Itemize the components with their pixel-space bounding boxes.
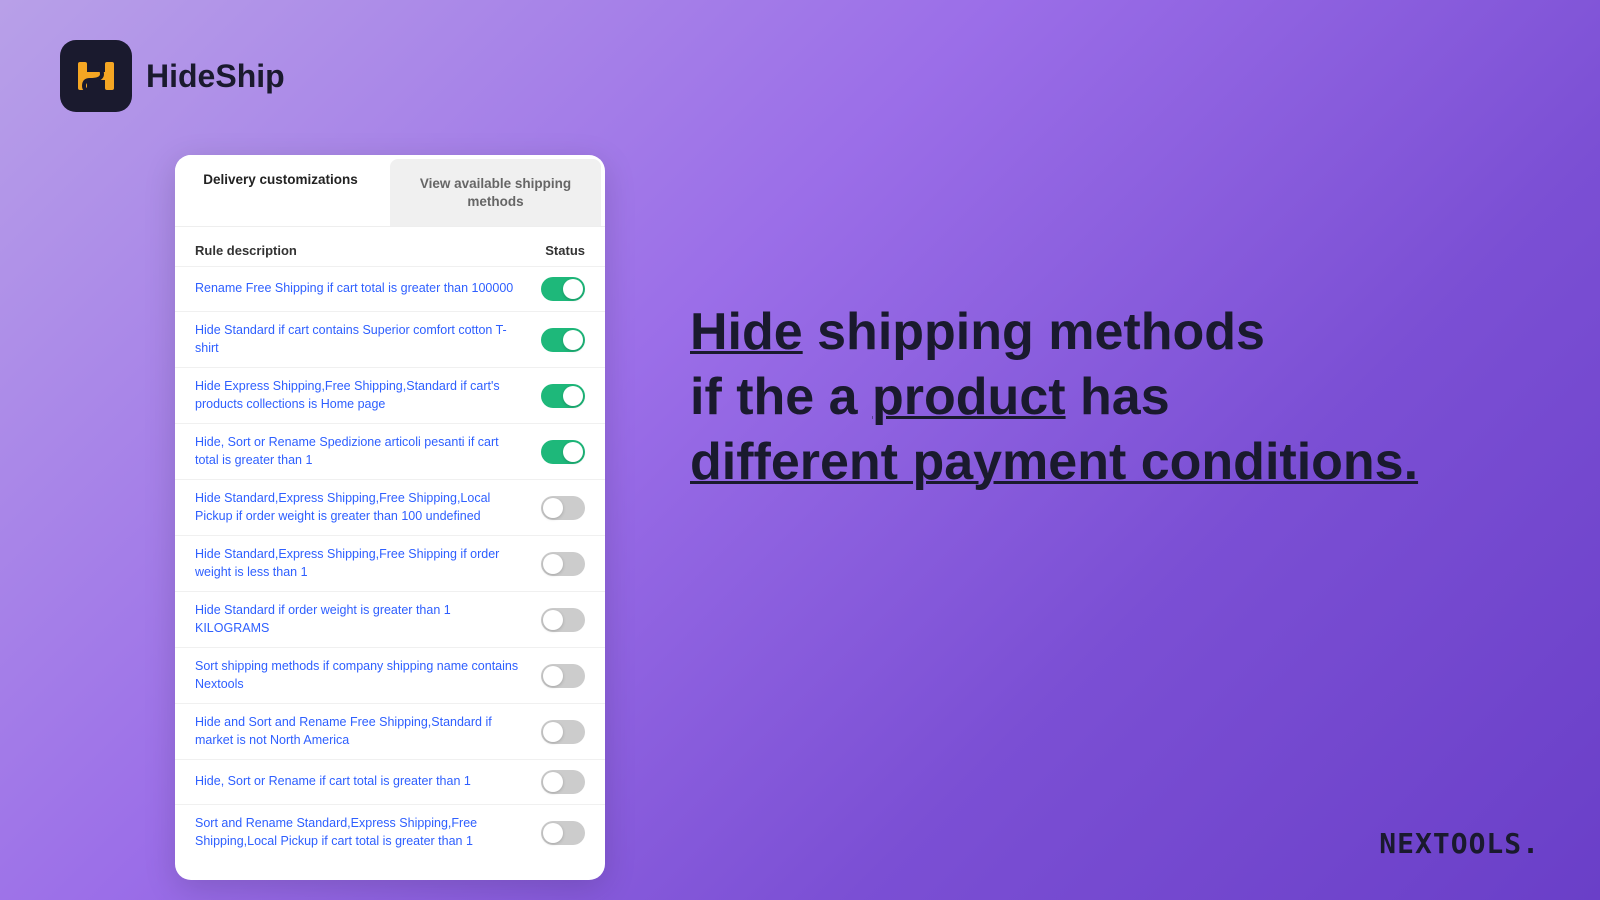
rule-text-4[interactable]: Hide, Sort or Rename Spedizione articoli…	[195, 434, 541, 469]
rule-row: Hide Standard,Express Shipping,Free Ship…	[175, 535, 605, 591]
rule-text-2[interactable]: Hide Standard if cart contains Superior …	[195, 322, 541, 357]
rule-row: Rename Free Shipping if cart total is gr…	[175, 266, 605, 311]
rules-list: Rename Free Shipping if cart total is gr…	[175, 266, 605, 860]
app-icon	[60, 40, 132, 112]
main-card: Delivery customizations View available s…	[175, 155, 605, 880]
rule-row: Hide and Sort and Rename Free Shipping,S…	[175, 703, 605, 759]
rule-toggle-2[interactable]	[541, 328, 585, 352]
rule-text-11[interactable]: Sort and Rename Standard,Express Shippin…	[195, 815, 541, 850]
rule-toggle-7[interactable]	[541, 608, 585, 632]
app-name: HideShip	[146, 58, 285, 95]
rule-toggle-11[interactable]	[541, 821, 585, 845]
rule-text-10[interactable]: Hide, Sort or Rename if cart total is gr…	[195, 773, 541, 791]
rule-text-7[interactable]: Hide Standard if order weight is greater…	[195, 602, 541, 637]
rule-toggle-1[interactable]	[541, 277, 585, 301]
rule-toggle-5[interactable]	[541, 496, 585, 520]
rule-row: Sort shipping methods if company shippin…	[175, 647, 605, 703]
rule-row: Hide Standard if order weight is greater…	[175, 591, 605, 647]
hero-text: Hide shipping methods if the a product h…	[690, 300, 1540, 495]
rule-row: Hide Standard if cart contains Superior …	[175, 311, 605, 367]
rule-text-9[interactable]: Hide and Sort and Rename Free Shipping,S…	[195, 714, 541, 749]
rule-row: Hide, Sort or Rename Spedizione articoli…	[175, 423, 605, 479]
col-rule-description: Rule description	[195, 243, 297, 258]
rule-toggle-8[interactable]	[541, 664, 585, 688]
hero-line3: different payment conditions.	[690, 433, 1418, 491]
rule-row: Hide Standard,Express Shipping,Free Ship…	[175, 479, 605, 535]
col-status: Status	[545, 243, 585, 258]
rule-toggle-3[interactable]	[541, 384, 585, 408]
rule-row: Sort and Rename Standard,Express Shippin…	[175, 804, 605, 860]
rule-toggle-6[interactable]	[541, 552, 585, 576]
card-tabs: Delivery customizations View available s…	[175, 155, 605, 227]
table-header: Rule description Status	[175, 237, 605, 266]
rule-text-3[interactable]: Hide Express Shipping,Free Shipping,Stan…	[195, 378, 541, 413]
hero-hide: Hide	[690, 303, 803, 361]
hero-product: product	[872, 368, 1066, 426]
tab-view-shipping[interactable]: View available shipping methods	[390, 159, 601, 226]
rule-row: Hide Express Shipping,Free Shipping,Stan…	[175, 367, 605, 423]
nextools-brand: NEXTOOLS.	[1379, 827, 1540, 860]
hero-section: Hide shipping methods if the a product h…	[690, 300, 1540, 495]
rule-toggle-9[interactable]	[541, 720, 585, 744]
rule-toggle-10[interactable]	[541, 770, 585, 794]
rule-text-8[interactable]: Sort shipping methods if company shippin…	[195, 658, 541, 693]
tab-delivery-customizations[interactable]: Delivery customizations	[175, 155, 386, 226]
hero-line2a: if the a	[690, 368, 872, 426]
rule-text-6[interactable]: Hide Standard,Express Shipping,Free Ship…	[195, 546, 541, 581]
rule-text-5[interactable]: Hide Standard,Express Shipping,Free Ship…	[195, 490, 541, 525]
rule-text-1[interactable]: Rename Free Shipping if cart total is gr…	[195, 280, 541, 298]
logo-area: HideShip	[60, 40, 285, 112]
hero-line1: shipping methods	[803, 303, 1265, 361]
rule-toggle-4[interactable]	[541, 440, 585, 464]
hero-line2b: has	[1066, 368, 1170, 426]
rule-row: Hide, Sort or Rename if cart total is gr…	[175, 759, 605, 804]
